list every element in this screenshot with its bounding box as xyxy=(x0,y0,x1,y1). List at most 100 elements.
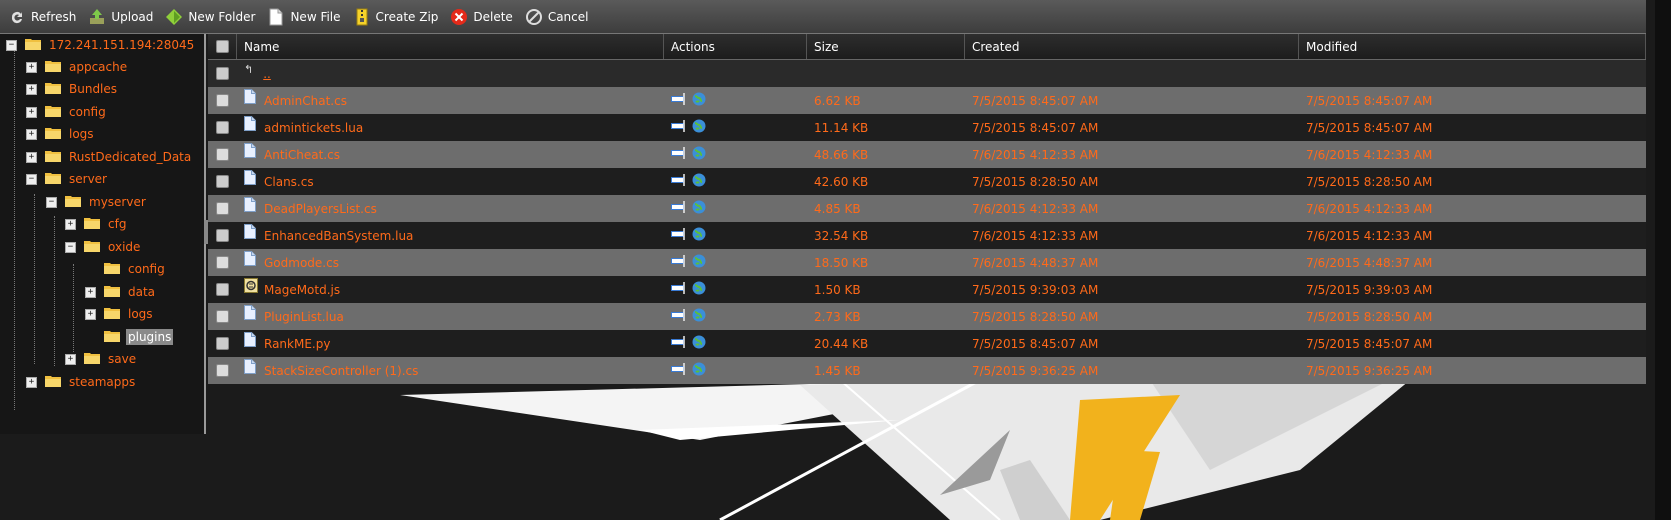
expand-icon[interactable]: + xyxy=(26,83,37,95)
edit-icon[interactable] xyxy=(671,147,689,162)
row-checkbox[interactable] xyxy=(216,175,229,188)
file-name-link[interactable]: Clans.cs xyxy=(264,175,314,189)
tree-item-label[interactable]: logs xyxy=(67,126,96,142)
file-name-link[interactable]: MageMotd.js xyxy=(264,283,340,297)
tree-item-cfg[interactable]: + cfg xyxy=(65,213,128,235)
table-row[interactable]: Godmode.cs 18.50 KB 7/6/2015 4:48:37 AM 7/6… xyxy=(208,249,1646,276)
file-name-link[interactable]: PluginList.lua xyxy=(264,310,344,324)
file-name-link[interactable]: DeadPlayersList.cs xyxy=(264,202,377,216)
table-row[interactable]: AntiCheat.cs 48.66 KB 7/6/2015 4:12:33 AM 7… xyxy=(208,141,1646,168)
edit-icon[interactable] xyxy=(671,120,689,135)
tree-item-label[interactable]: oxide xyxy=(106,239,142,255)
row-checkbox[interactable] xyxy=(216,310,229,323)
expand-icon[interactable]: + xyxy=(65,353,76,365)
column-header-name[interactable]: Name xyxy=(237,34,664,59)
edit-icon[interactable] xyxy=(671,309,689,324)
tree-item-label[interactable]: save xyxy=(106,351,138,367)
edit-icon[interactable] xyxy=(671,336,689,351)
expand-icon[interactable]: + xyxy=(26,151,37,163)
tree-item-oxide-config[interactable]: config xyxy=(104,258,167,280)
column-header-created[interactable]: Created xyxy=(965,34,1299,59)
column-header-modified[interactable]: Modified xyxy=(1299,34,1646,59)
upload-button[interactable]: Upload xyxy=(88,3,153,31)
table-row[interactable]: Clans.cs 42.60 KB 7/5/2015 8:28:50 AM 7/5/2… xyxy=(208,168,1646,195)
tree-item-label[interactable]: Bundles xyxy=(67,81,119,97)
row-checkbox[interactable] xyxy=(216,256,229,269)
row-checkbox[interactable] xyxy=(216,67,229,80)
globe-icon[interactable] xyxy=(692,173,706,190)
row-checkbox[interactable] xyxy=(216,364,229,377)
parent-directory-row[interactable]: ↰ .. xyxy=(208,60,1646,87)
edit-icon[interactable] xyxy=(671,255,689,270)
row-checkbox[interactable] xyxy=(216,94,229,107)
globe-icon[interactable] xyxy=(692,92,706,109)
tree-item-logs[interactable]: + logs xyxy=(26,123,96,145)
tree-item-label[interactable]: cfg xyxy=(106,216,128,232)
globe-icon[interactable] xyxy=(692,362,706,379)
row-checkbox[interactable] xyxy=(216,202,229,215)
file-name-link[interactable]: StackSizeController (1).cs xyxy=(264,364,418,378)
tree-item-label[interactable]: myserver xyxy=(87,194,148,210)
edit-icon[interactable] xyxy=(671,93,689,108)
globe-icon[interactable] xyxy=(692,281,706,298)
expand-icon[interactable]: + xyxy=(65,218,76,230)
globe-icon[interactable] xyxy=(692,119,706,136)
table-row[interactable]: PluginList.lua 2.73 KB 7/5/2015 8:28:50 AM… xyxy=(208,303,1646,330)
globe-icon[interactable] xyxy=(692,254,706,271)
cancel-button[interactable]: Cancel xyxy=(525,3,588,31)
globe-icon[interactable] xyxy=(692,146,706,163)
edit-icon[interactable] xyxy=(671,228,689,243)
tree-item-label[interactable]: steamapps xyxy=(67,374,137,390)
collapse-icon[interactable]: − xyxy=(46,196,57,208)
tree-item-steamapps[interactable]: + steamapps xyxy=(26,371,137,393)
file-name-link[interactable]: EnhancedBanSystem.lua xyxy=(264,229,413,243)
tree-item-rustdedicated-data[interactable]: + RustDedicated_Data xyxy=(26,146,193,168)
delete-button[interactable]: Delete xyxy=(450,3,513,31)
new-file-button[interactable]: New File xyxy=(267,3,341,31)
tree-item-data[interactable]: + data xyxy=(85,281,157,303)
tree-item-save[interactable]: + save xyxy=(65,348,138,370)
expand-icon[interactable]: + xyxy=(26,376,37,388)
tree-item-bundles[interactable]: + Bundles xyxy=(26,78,119,100)
expand-icon[interactable]: + xyxy=(26,128,37,140)
row-checkbox[interactable] xyxy=(216,121,229,134)
tree-item-plugins[interactable]: plugins xyxy=(104,326,174,348)
tree-item-oxide[interactable]: − oxide xyxy=(65,236,142,258)
file-name-link[interactable]: RankME.py xyxy=(264,337,330,351)
column-header-size[interactable]: Size xyxy=(807,34,965,59)
tree-item-appcache[interactable]: + appcache xyxy=(26,56,129,78)
file-name-link[interactable]: AntiCheat.cs xyxy=(264,148,340,162)
tree-root[interactable]: − 172.241.151.194:28045 xyxy=(6,34,196,56)
new-folder-button[interactable]: New Folder xyxy=(165,3,255,31)
collapse-icon[interactable]: − xyxy=(65,241,76,253)
tree-item-label[interactable]: plugins xyxy=(126,329,174,345)
tree-item-label[interactable]: appcache xyxy=(67,59,129,75)
edit-icon[interactable] xyxy=(671,282,689,297)
row-checkbox[interactable] xyxy=(216,283,229,296)
file-name-link[interactable]: Godmode.cs xyxy=(264,256,339,270)
tree-item-label[interactable]: config xyxy=(126,261,167,277)
tree-root-label[interactable]: 172.241.151.194:28045 xyxy=(47,37,196,53)
edit-icon[interactable] xyxy=(671,363,689,378)
tree-item-oxide-logs[interactable]: + logs xyxy=(85,303,155,325)
edit-icon[interactable] xyxy=(671,174,689,189)
collapse-icon[interactable]: − xyxy=(6,39,17,51)
tree-item-label[interactable]: RustDedicated_Data xyxy=(67,149,193,165)
expand-icon[interactable]: + xyxy=(26,61,37,73)
table-row[interactable]: AdminChat.cs 6.62 KB 7/5/2015 8:45:07 AM 7/… xyxy=(208,87,1646,114)
globe-icon[interactable] xyxy=(692,335,706,352)
table-row[interactable]: MageMotd.js 1.50 KB 7/5/2015 9:39:03 AM 7/5… xyxy=(208,276,1646,303)
table-row[interactable]: StackSizeController (1).cs 1.45 KB 7/5/201… xyxy=(208,357,1646,384)
parent-directory-link[interactable]: .. xyxy=(263,67,271,81)
refresh-button[interactable]: Refresh xyxy=(8,3,76,31)
tree-item-label[interactable]: data xyxy=(126,284,157,300)
row-checkbox[interactable] xyxy=(216,337,229,350)
table-row[interactable]: EnhancedBanSystem.lua 32.54 KB 7/6/2015 4:… xyxy=(208,222,1646,249)
globe-icon[interactable] xyxy=(692,227,706,244)
select-all-checkbox[interactable] xyxy=(215,40,229,53)
expand-icon[interactable]: + xyxy=(85,308,96,320)
expand-icon[interactable]: + xyxy=(85,286,96,298)
table-row[interactable]: RankME.py 20.44 KB 7/5/2015 8:45:07 AM 7/5/… xyxy=(208,330,1646,357)
globe-icon[interactable] xyxy=(692,200,706,217)
tree-item-label[interactable]: logs xyxy=(126,306,155,322)
